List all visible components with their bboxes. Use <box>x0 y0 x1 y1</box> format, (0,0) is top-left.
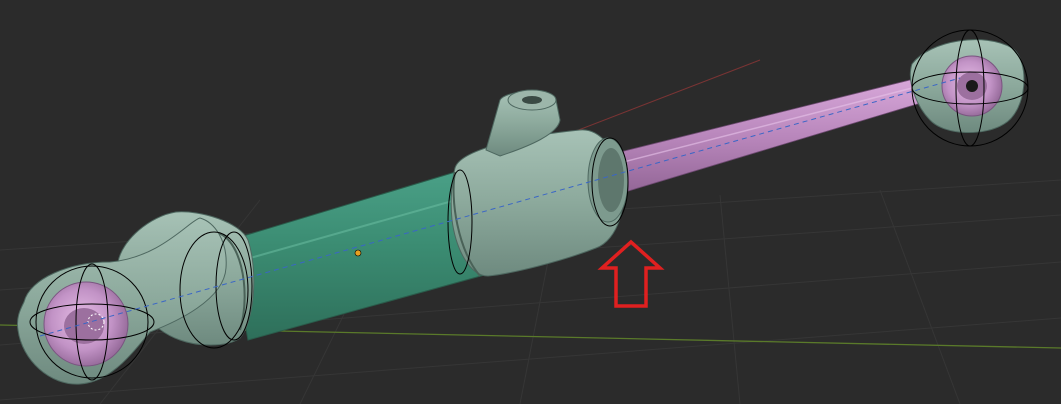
origin-point <box>354 249 362 257</box>
3d-viewport[interactable] <box>0 0 1061 404</box>
viewport-canvas[interactable] <box>0 0 1061 404</box>
